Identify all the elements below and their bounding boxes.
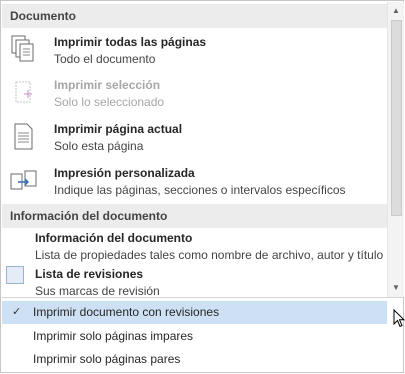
- dropdown-scroll-area: Documento Imprimir todas las páginas Tod…: [2, 2, 387, 297]
- option-label: Imprimir solo páginas impares: [33, 329, 194, 343]
- item-title: Impresión personalizada: [54, 166, 195, 180]
- custom-pages-icon: [10, 166, 38, 198]
- print-selection-item[interactable]: Imprimir selección Solo lo seleccionado: [2, 78, 387, 114]
- item-description: Indique las páginas, secciones o interva…: [54, 183, 346, 197]
- print-range-dropdown-panel: Documento Imprimir todas las páginas Tod…: [0, 0, 404, 373]
- item-description: Lista de propiedades tales como nombre d…: [35, 248, 384, 262]
- single-page-icon: [10, 122, 38, 154]
- revisions-list-item[interactable]: Lista de revisiones Sus marcas de revisi…: [2, 266, 387, 297]
- document-info-item[interactable]: Información del documento Lista de propi…: [2, 231, 387, 265]
- item-description: Todo el documento: [54, 52, 156, 66]
- option-label: Imprimir solo páginas pares: [33, 352, 181, 366]
- option-print-even-pages[interactable]: Imprimir solo páginas pares: [2, 348, 387, 371]
- item-title: Imprimir todas las páginas: [54, 35, 207, 49]
- item-title: Información del documento: [35, 231, 193, 245]
- item-description: Sus marcas de revisión: [35, 284, 160, 297]
- options-divider: [2, 297, 404, 298]
- option-print-odd-pages[interactable]: Imprimir solo páginas impares: [2, 325, 387, 348]
- revisions-list-checkbox[interactable]: [6, 266, 24, 284]
- section-header-documento: Documento: [2, 4, 387, 28]
- selection-icon: [10, 78, 38, 110]
- item-title: Imprimir página actual: [54, 122, 183, 136]
- item-title: Lista de revisiones: [35, 267, 144, 281]
- scroll-down-arrow-icon[interactable]: ▼: [388, 280, 404, 296]
- mouse-cursor-icon: [393, 309, 405, 328]
- option-print-with-revisions[interactable]: ✓ Imprimir documento con revisiones: [2, 301, 387, 324]
- item-description: Solo esta página: [54, 139, 144, 153]
- scroll-thumb[interactable]: [391, 20, 402, 216]
- vertical-scrollbar[interactable]: ▲ ▼: [387, 2, 404, 297]
- custom-print-item[interactable]: Impresión personalizada Indique las pági…: [2, 166, 387, 202]
- scroll-up-arrow-icon[interactable]: ▲: [388, 3, 404, 19]
- print-all-pages-item[interactable]: Imprimir todas las páginas Todo el docum…: [2, 35, 387, 71]
- print-current-page-item[interactable]: Imprimir página actual Solo esta página: [2, 122, 387, 158]
- checkmark-icon: ✓: [12, 306, 22, 318]
- pages-stack-icon: [10, 35, 38, 67]
- section-header-info-documento: Información del documento: [2, 204, 387, 228]
- item-description: Solo lo seleccionado: [54, 95, 165, 109]
- option-label: Imprimir documento con revisiones: [33, 305, 220, 319]
- item-title: Imprimir selección: [54, 78, 161, 92]
